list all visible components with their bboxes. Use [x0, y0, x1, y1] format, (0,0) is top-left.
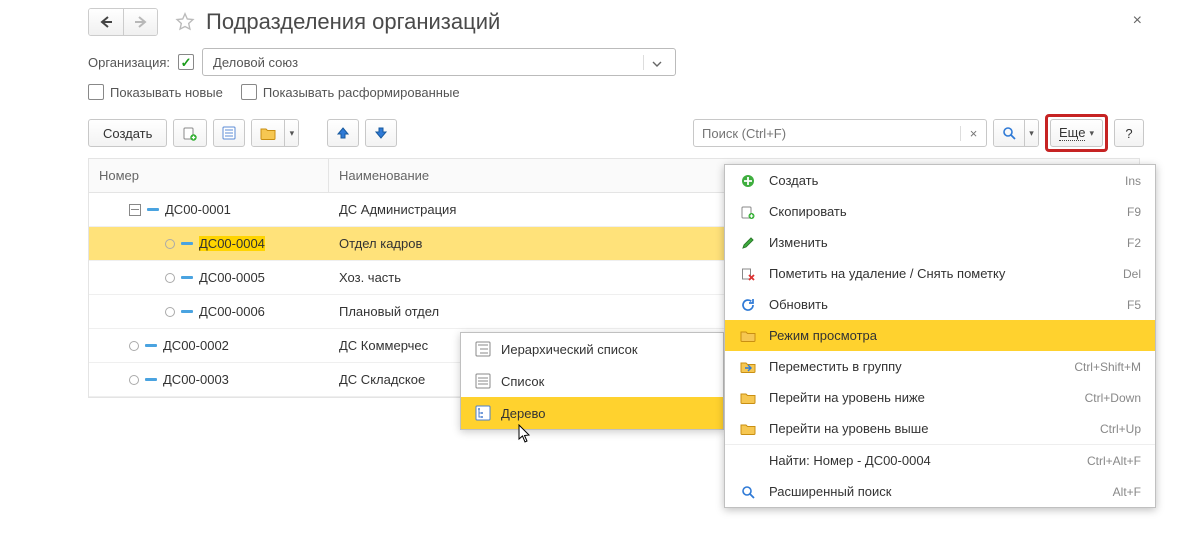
favorite-star-icon[interactable] — [174, 11, 196, 33]
folder-open-icon — [739, 329, 757, 343]
tree-collapse-icon[interactable] — [129, 204, 141, 216]
create-button[interactable]: Создать — [88, 119, 167, 147]
quick-search-button[interactable]: ▾ — [993, 119, 1039, 147]
copy-button[interactable] — [173, 119, 207, 147]
chevron-down-icon: ▾ — [1024, 120, 1038, 146]
menu-find[interactable]: Найти: Номер - ДС00-0004 Ctrl+Alt+F — [725, 444, 1155, 476]
plus-icon — [739, 174, 757, 188]
row-marker-icon — [181, 242, 193, 245]
mark-delete-icon — [739, 267, 757, 281]
show-new-checkbox[interactable]: Показывать новые — [88, 84, 223, 100]
menu-adv-search[interactable]: Расширенный поиск Alt+F — [725, 476, 1155, 507]
view-mode-submenu: Иерархический список Список Дерево — [460, 332, 724, 430]
row-marker-icon — [145, 344, 157, 347]
move-group-icon — [739, 360, 757, 374]
show-disbanded-checkbox[interactable]: Показывать расформированные — [241, 84, 460, 100]
more-menu: Создать Ins Скопировать F9 Изменить F2 П… — [724, 164, 1156, 508]
list-tree-icon — [475, 341, 491, 357]
menu-mark-delete[interactable]: Пометить на удаление / Снять пометку Del — [725, 258, 1155, 289]
refresh-icon — [739, 298, 757, 312]
show-new-label: Показывать новые — [110, 85, 223, 100]
menu-edit[interactable]: Изменить F2 — [725, 227, 1155, 258]
close-icon[interactable]: × — [1133, 12, 1142, 30]
submenu-hierarchical[interactable]: Иерархический список — [461, 333, 723, 365]
org-select[interactable]: Деловой союз — [202, 48, 676, 76]
row-radio-icon[interactable] — [165, 307, 175, 317]
row-marker-icon — [181, 276, 193, 279]
help-button[interactable]: ? — [1114, 119, 1144, 147]
clear-search-icon[interactable]: × — [960, 126, 986, 141]
list-view-button[interactable] — [213, 119, 245, 147]
row-radio-icon[interactable] — [129, 341, 139, 351]
row-marker-icon — [181, 310, 193, 313]
row-marker-icon — [147, 208, 159, 211]
tree-icon — [475, 405, 491, 421]
menu-create[interactable]: Создать Ins — [725, 165, 1155, 196]
folder-down-icon — [739, 391, 757, 405]
folder-button[interactable]: ▾ — [251, 119, 299, 147]
row-radio-icon[interactable] — [129, 375, 139, 385]
move-up-button[interactable] — [327, 119, 359, 147]
search-input-wrapper[interactable]: × — [693, 119, 987, 147]
page-title: Подразделения организаций — [206, 9, 500, 35]
submenu-list[interactable]: Список — [461, 365, 723, 397]
org-filter-checkbox[interactable] — [178, 54, 194, 70]
submenu-tree[interactable]: Дерево — [461, 397, 723, 429]
more-highlight: Еще ▾ — [1045, 114, 1108, 152]
magnifier-icon — [739, 485, 757, 499]
show-disbanded-label: Показывать расформированные — [263, 85, 460, 100]
list-icon — [475, 373, 491, 389]
menu-level-down[interactable]: Перейти на уровень ниже Ctrl+Down — [725, 382, 1155, 413]
more-button[interactable]: Еще ▾ — [1050, 119, 1103, 147]
menu-move-group[interactable]: Переместить в группу Ctrl+Shift+M — [725, 351, 1155, 382]
menu-view-mode[interactable]: Режим просмотра — [725, 320, 1155, 351]
folder-up-icon — [739, 422, 757, 436]
col-number[interactable]: Номер — [89, 159, 329, 192]
menu-refresh[interactable]: Обновить F5 — [725, 289, 1155, 320]
org-label: Организация: — [88, 55, 170, 70]
magnifier-icon — [994, 120, 1024, 146]
org-value: Деловой союз — [213, 55, 643, 70]
pencil-icon — [739, 236, 757, 250]
copy-icon — [739, 205, 757, 219]
menu-copy[interactable]: Скопировать F9 — [725, 196, 1155, 227]
nav-back-button[interactable] — [89, 9, 123, 35]
nav-forward-button[interactable] — [123, 9, 157, 35]
move-down-button[interactable] — [365, 119, 397, 147]
chevron-down-icon[interactable] — [643, 55, 669, 70]
search-input[interactable] — [694, 126, 960, 141]
row-radio-icon[interactable] — [165, 273, 175, 283]
chevron-down-icon: ▾ — [284, 120, 298, 146]
row-radio-icon[interactable] — [165, 239, 175, 249]
row-marker-icon — [145, 378, 157, 381]
menu-level-up[interactable]: Перейти на уровень выше Ctrl+Up — [725, 413, 1155, 444]
